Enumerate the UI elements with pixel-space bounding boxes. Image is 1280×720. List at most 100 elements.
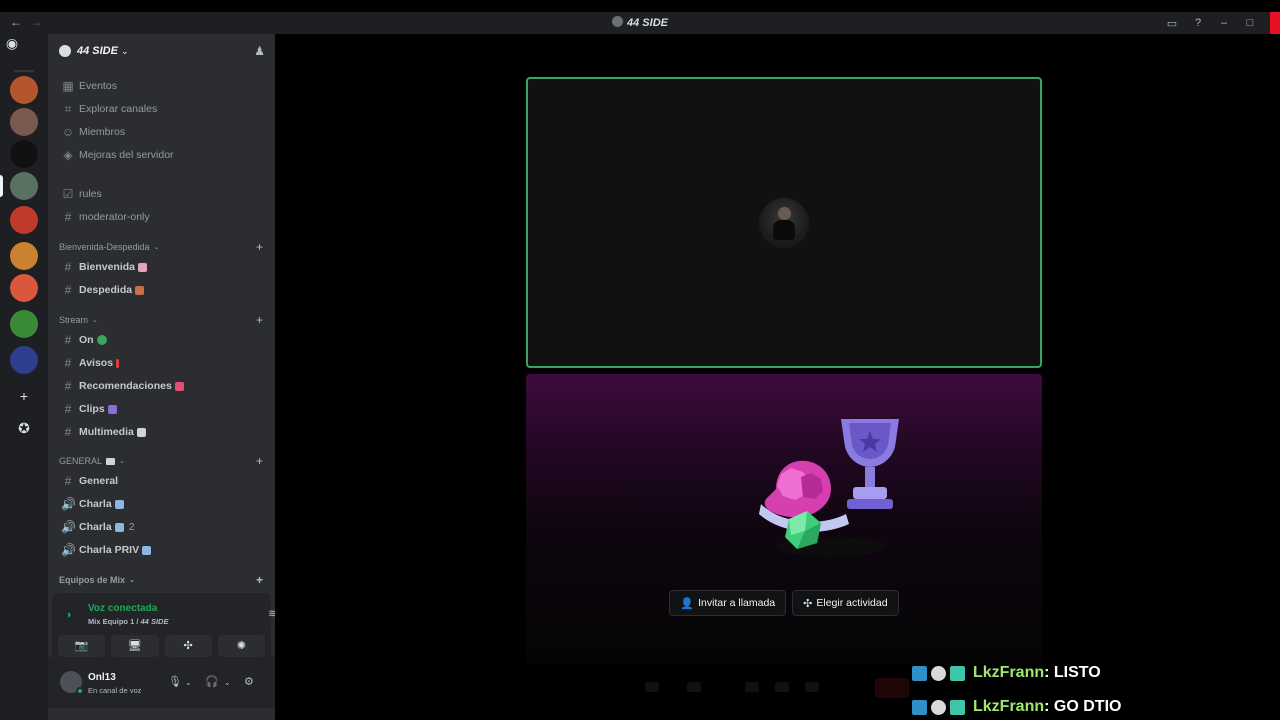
chat-message: LkzFrann : GO DTIO [912,690,1280,720]
members-icon: ☺ [61,125,75,139]
choose-activity-button[interactable]: ✣ Elegir actividad [792,590,899,616]
add-channel-icon[interactable]: + [256,313,263,327]
sidebar-item-eventos[interactable]: ▦ Eventos [56,76,267,96]
invite-label: Invitar a llamada [698,597,776,609]
category-label: Equipos de Mix [59,575,126,585]
chevron-down-icon[interactable]: ⌄ [224,678,231,687]
username[interactable]: Onl13 [88,672,116,683]
sidebar-item-explorar[interactable]: ⌗ Explorar canales [56,99,267,119]
badge-icon [912,699,927,715]
hashtag-icon: # [64,260,72,274]
add-channel-icon[interactable]: + [256,240,263,254]
headphones-icon[interactable]: 🎧 [205,675,219,688]
channel-label: On [79,334,94,346]
add-channel-icon[interactable]: + [256,454,263,468]
activity-control-icon[interactable] [775,682,789,692]
channel-label: Multimedia [79,426,134,438]
channel-multimedia[interactable]: # Multimedia [56,422,267,442]
voice-channel-name[interactable]: Mix Equipo 1 / 44 SIDE [88,617,168,626]
server-icon-1[interactable] [10,76,38,104]
call-actions: 👤 Invitar a llamada ✣ Elegir actividad [526,590,1042,616]
server-icon-3[interactable] [10,140,38,168]
participant-tile[interactable] [526,77,1042,368]
activity-label: Elegir actividad [816,597,888,609]
maximize-button[interactable]: □ [1244,17,1256,29]
voice-server-label: 44 SIDE [140,617,169,626]
hashtag-icon: # [64,356,72,370]
add-channel-icon[interactable]: + [256,573,263,587]
chevron-down-icon[interactable]: ⌄ [185,678,192,687]
share-control-icon[interactable] [745,682,759,692]
boost-icon: ◈ [63,148,73,162]
channel-rules[interactable]: ☑ rules [56,184,267,204]
voice-channel-charla[interactable]: 🔊 Charla [56,494,267,514]
category-label: Stream [59,315,89,325]
explore-icon[interactable]: ✪ [12,416,36,440]
channel-bienvenida[interactable]: # Bienvenida [56,257,267,277]
discord-logo-icon[interactable]: ◉ [0,34,24,52]
microphone-icon[interactable]: 🎙 [168,675,182,688]
channel-general[interactable]: # General [56,471,267,491]
mic-control-icon[interactable] [645,682,659,692]
add-person-icon: 👤 [680,597,695,610]
voice-channel-charla-2[interactable]: 🔊 Charla 2 [56,517,267,537]
invite-people-icon[interactable]: ♟ [254,44,265,58]
server-icon-5[interactable] [10,206,38,234]
server-icon-44side[interactable] [10,172,38,200]
minimize-button[interactable]: – [1218,17,1230,29]
sidebar-item-miembros[interactable]: ☺ Miembros [56,122,267,142]
green-circle-icon [96,335,107,345]
voice-status[interactable]: Voz conectada [88,603,157,614]
channel-label: Recomendaciones [79,380,172,392]
channel-label: Charla [79,498,112,510]
chevron-down-icon: ⌄ [120,45,129,56]
channel-despedida[interactable]: # Despedida [56,280,267,300]
sidebar-item-mejoras[interactable]: ◈ Mejoras del servidor [56,145,267,165]
server-icon-8[interactable] [10,310,38,338]
camera-icon [136,427,146,437]
server-icon-7[interactable] [10,274,38,302]
inbox-icon[interactable]: ▭ [1166,17,1178,30]
badge-icon [912,665,927,681]
chevron-down-icon: ⌄ [129,577,135,584]
channel-recomendaciones[interactable]: # Recomendaciones [56,376,267,396]
category-equipos-de-mix[interactable]: Equipos de Mix ⌄ + [59,573,267,587]
invite-to-call-button[interactable]: 👤 Invitar a llamada [669,590,787,616]
activities-button[interactable]: ✣ [164,635,212,657]
chat-username: LkzFrann [973,664,1045,681]
speaker-icon: 🔊 [61,520,76,534]
server-icon-2[interactable] [10,108,38,136]
screen-share-button[interactable]: 🖥 [111,635,159,657]
server-header[interactable]: 44 SIDE ⌄ ♟ [48,34,275,68]
voice-channel-charla-priv[interactable]: 🔊 Charla PRIV [56,540,267,560]
rules-icon: ☑ [62,187,74,201]
server-icon-6[interactable] [10,242,38,270]
leave-call-button[interactable] [875,678,909,698]
category-stream[interactable]: Stream ⌄ + [59,313,267,327]
help-icon[interactable]: ? [1192,17,1204,29]
soundboard-control-icon[interactable] [805,682,819,692]
channel-emoji-icon [138,262,148,272]
channel-on[interactable]: # On [56,330,267,350]
category-general[interactable]: GENERAL ⌄ + [59,454,267,468]
camera-control-icon[interactable] [687,682,701,692]
channel-avisos[interactable]: # Avisos [56,353,267,373]
soundboard-button[interactable]: ✺ [217,635,265,657]
chat-username: LkzFrann [973,698,1045,715]
chevron-down-icon: ⌄ [92,317,98,324]
avatar-body [773,220,795,240]
signal-icon[interactable]: ◗ [66,609,73,621]
chevron-down-icon: ⌄ [153,244,160,251]
server-icon-9[interactable] [10,346,38,374]
channel-clips[interactable]: # Clips [56,399,267,419]
speaker-emoji-icon [114,499,124,509]
camera-button[interactable]: 📷 [58,635,106,657]
channel-label: Despedida [79,284,133,296]
close-button[interactable] [1270,12,1280,34]
channel-moderator-only[interactable]: # moderator-only [56,207,267,227]
category-bienvenida-despedida[interactable]: Bienvenida-Despedida ⌄ + [59,240,267,254]
settings-gear-icon[interactable]: ⚙ [244,675,254,688]
voice-buttons: 📷 🖥 ✣ ✺ [58,635,265,657]
add-server-icon[interactable]: + [12,384,36,408]
sidebar-item-label: Explorar canales [79,103,158,115]
